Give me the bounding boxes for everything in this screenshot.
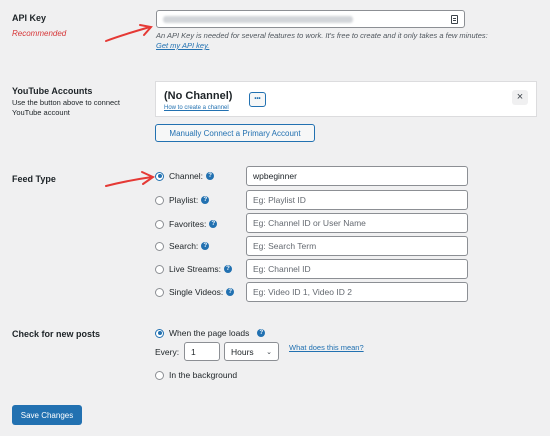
feed-option-single-videos[interactable]: Single Videos: ? <box>155 286 235 298</box>
password-manager-icon[interactable] <box>451 14 458 24</box>
help-icon[interactable]: ? <box>209 220 218 228</box>
api-key-description-text: An API Key is needed for several feature… <box>156 31 488 40</box>
create-channel-link[interactable]: How to create a channel <box>164 105 229 111</box>
interval-unit-value: Hours <box>231 346 254 357</box>
close-icon[interactable]: × <box>512 90 528 105</box>
search-input[interactable]: Eg: Search Term <box>246 236 468 256</box>
background-radio[interactable] <box>155 370 164 380</box>
recommended-label: Recommended <box>12 29 67 38</box>
help-icon[interactable]: ? <box>201 242 210 250</box>
live-streams-option-label: Live Streams: <box>169 264 221 274</box>
api-key-input[interactable] <box>156 10 465 28</box>
help-icon[interactable]: ? <box>201 196 210 204</box>
feed-type-label: Feed Type <box>12 174 56 184</box>
channel-option-label: Channel: <box>169 171 204 181</box>
youtube-accounts-help: Use the button above to connect YouTube … <box>12 98 120 117</box>
favorites-input[interactable]: Eg: Channel ID or User Name <box>246 213 468 233</box>
playlist-input[interactable]: Eg: Playlist ID <box>246 190 468 210</box>
chevron-down-icon: ⌄ <box>266 348 272 356</box>
feed-option-playlist[interactable]: Playlist: ? <box>155 194 210 206</box>
channel-input[interactable]: wpbeginner <box>246 166 468 186</box>
what-does-this-mean-link[interactable]: What does this mean? <box>289 343 364 352</box>
save-changes-button[interactable]: Save Changes <box>12 405 82 425</box>
interval-number-value: 1 <box>191 346 196 357</box>
api-key-masked-value <box>163 15 353 23</box>
channel-card: (No Channel) How to create a channel •••… <box>155 81 537 117</box>
every-label: Every: <box>155 347 180 357</box>
live-streams-input[interactable]: Eg: Channel ID <box>246 259 468 279</box>
single-videos-radio[interactable] <box>155 287 164 297</box>
page-load-radio[interactable] <box>155 328 164 338</box>
manually-connect-button[interactable]: Manually Connect a Primary Account <box>155 124 315 142</box>
help-icon[interactable]: ? <box>223 265 232 273</box>
playlist-radio[interactable] <box>155 195 164 205</box>
favorites-option-label: Favorites: <box>169 219 207 229</box>
channel-input-value: wpbeginner <box>253 171 297 181</box>
help-icon[interactable]: ? <box>206 172 215 180</box>
check-posts-label: Check for new posts <box>12 329 101 339</box>
help-icon[interactable]: ? <box>257 329 266 337</box>
page-load-label: When the page loads <box>169 328 250 338</box>
playlist-option-label: Playlist: <box>169 195 199 205</box>
live-streams-input-placeholder: Eg: Channel ID <box>253 264 311 274</box>
interval-number-input[interactable]: 1 <box>184 342 220 361</box>
single-videos-option-label: Single Videos: <box>169 287 224 297</box>
channel-name: (No Channel) <box>164 90 233 102</box>
option-background[interactable]: In the background <box>155 369 237 381</box>
single-videos-input-placeholder: Eg: Video ID 1, Video ID 2 <box>253 287 352 297</box>
channel-radio[interactable] <box>155 171 164 181</box>
help-icon[interactable]: ? <box>226 288 235 296</box>
live-streams-radio[interactable] <box>155 264 164 274</box>
red-arrow-icon <box>105 24 153 42</box>
search-option-label: Search: <box>169 241 199 251</box>
background-label: In the background <box>169 370 238 380</box>
get-api-key-link[interactable]: Get my API key. <box>156 41 209 50</box>
favorites-radio[interactable] <box>155 219 164 229</box>
option-page-load[interactable]: When the page loads ? <box>155 327 266 339</box>
channel-options-button[interactable]: ••• <box>249 92 266 107</box>
favorites-input-placeholder: Eg: Channel ID or User Name <box>253 218 366 228</box>
single-videos-input[interactable]: Eg: Video ID 1, Video ID 2 <box>246 282 468 302</box>
feed-option-search[interactable]: Search: ? <box>155 240 210 252</box>
api-key-label: API Key <box>12 13 47 23</box>
feed-option-live-streams[interactable]: Live Streams: ? <box>155 263 232 275</box>
interval-unit-select[interactable]: Hours ⌄ <box>224 342 279 361</box>
feed-option-favorites[interactable]: Favorites: ? <box>155 218 218 230</box>
search-input-placeholder: Eg: Search Term <box>253 241 317 251</box>
api-key-description: An API Key is needed for several feature… <box>156 31 546 51</box>
red-arrow-icon <box>105 171 156 187</box>
search-radio[interactable] <box>155 241 164 251</box>
youtube-accounts-label: YouTube Accounts <box>12 86 93 96</box>
feed-option-channel[interactable]: Channel: ? <box>155 170 215 182</box>
playlist-input-placeholder: Eg: Playlist ID <box>253 195 306 205</box>
